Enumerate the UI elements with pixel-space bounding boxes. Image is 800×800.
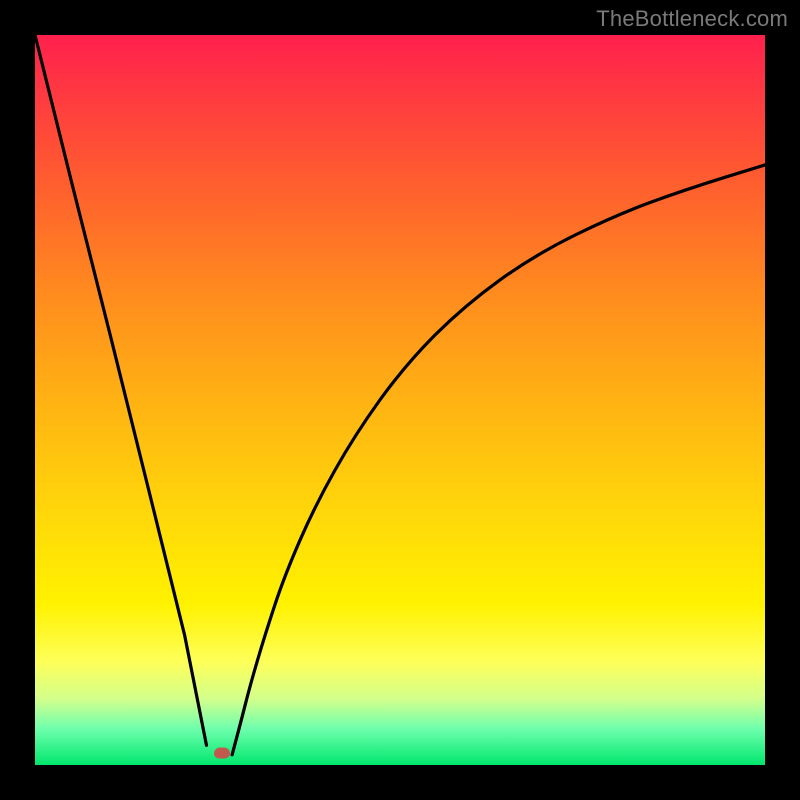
attribution-label: TheBottleneck.com (596, 6, 788, 32)
curve-right-segment (232, 165, 765, 755)
bottleneck-curve (35, 35, 765, 765)
plot-area (35, 35, 765, 765)
optimal-point-marker (214, 748, 230, 759)
curve-left-segment (35, 35, 207, 745)
